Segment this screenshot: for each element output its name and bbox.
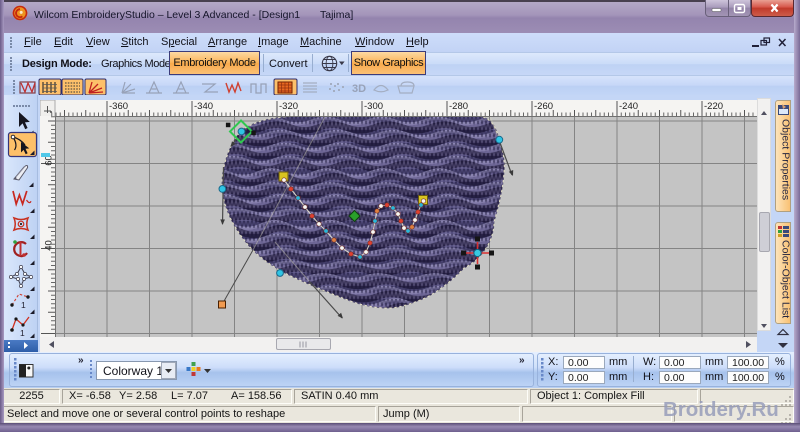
svg-text:-340: -340 xyxy=(194,101,213,112)
svg-text:-240: -240 xyxy=(619,101,638,112)
svg-text:40: 40 xyxy=(44,240,55,251)
svg-text:-320: -320 xyxy=(279,101,298,112)
svg-text:-300: -300 xyxy=(364,101,383,112)
svg-text:1: 1 xyxy=(20,328,25,338)
svg-text:1: 1 xyxy=(21,300,26,310)
svg-text:-360: -360 xyxy=(109,101,128,112)
svg-text:3D: 3D xyxy=(352,83,366,95)
svg-text:-280: -280 xyxy=(449,101,468,112)
svg-text:-260: -260 xyxy=(534,101,553,112)
svg-text:-220: -220 xyxy=(704,101,723,112)
